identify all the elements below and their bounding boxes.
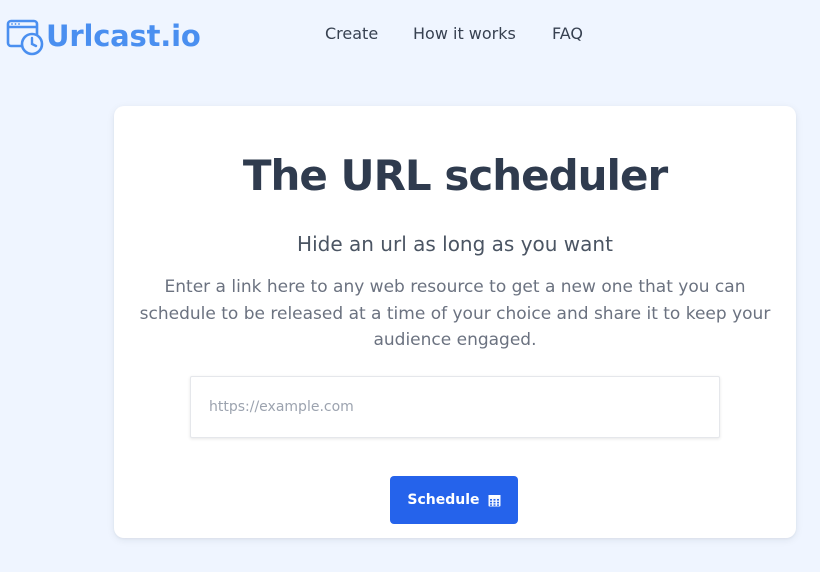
calendar-icon [488,494,501,506]
scheduler-card: The URL scheduler Hide an url as long as… [114,106,796,538]
main-nav: Create How it works FAQ [0,22,820,46]
page-title: The URL scheduler [242,151,668,200]
nav-create[interactable]: Create [325,22,378,46]
schedule-button-label: Schedule [407,492,480,508]
page-subtitle: Hide an url as long as you want [297,232,613,256]
schedule-button[interactable]: Schedule [390,476,518,524]
nav-how-it-works[interactable]: How it works [413,22,516,46]
url-input[interactable] [190,376,720,438]
page-description: Enter a link here to any web resource to… [139,277,771,350]
nav-faq[interactable]: FAQ [552,22,583,46]
